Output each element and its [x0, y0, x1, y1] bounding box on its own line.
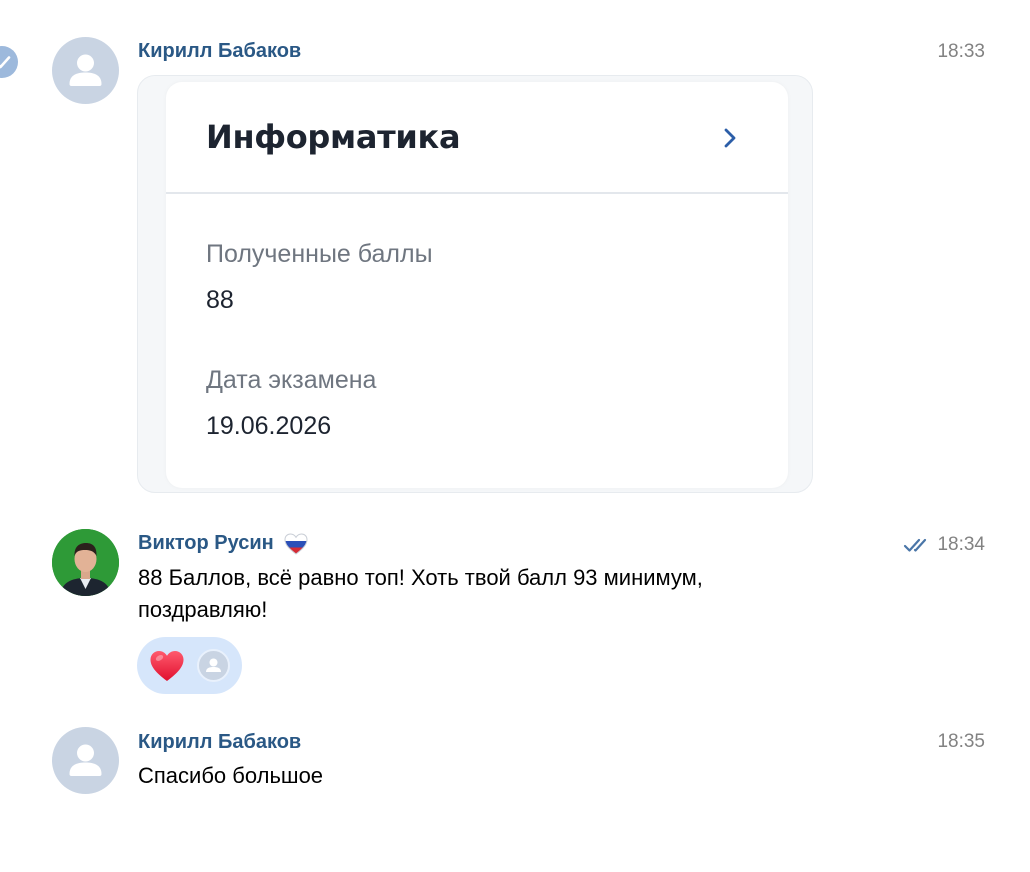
message-time[interactable]: 18:33 [937, 41, 985, 63]
card-title: Информатика [206, 118, 461, 156]
message-time[interactable]: 18:34 [903, 534, 985, 556]
chevron-right-icon[interactable] [720, 122, 742, 154]
chat-history: Кирилл Бабаков 18:33 Информатика Получен… [0, 0, 1030, 872]
score-label: Полученные баллы [206, 240, 433, 268]
exam-result-card[interactable]: Информатика Полученные баллы 88 Дата экз… [137, 75, 813, 493]
score-value: 88 [206, 286, 234, 314]
time-text: 18:33 [937, 41, 985, 62]
message-text: 88 Баллов, всё равно топ! Хоть твой балл… [138, 565, 703, 622]
avatar[interactable] [52, 529, 119, 596]
exam-date-value: 19.06.2026 [206, 412, 332, 440]
select-checkmark-icon[interactable] [0, 46, 18, 78]
time-text: 18:34 [937, 534, 985, 555]
exam-date-label: Дата экзамена [206, 366, 377, 394]
double-check-read-icon [904, 538, 927, 552]
card-header[interactable]: Информатика [166, 82, 788, 194]
reaction-chip[interactable] [137, 637, 242, 694]
card-body: Информатика Полученные баллы 88 Дата экз… [166, 82, 788, 488]
reaction-user-avatar [197, 649, 230, 682]
author-name-text: Кирилл Бабаков [138, 40, 302, 62]
user-silhouette-icon [206, 658, 221, 672]
message-time[interactable]: 18:35 [937, 731, 985, 753]
user-silhouette-icon [69, 744, 102, 776]
author-name-text: Кирилл Бабаков [138, 731, 302, 753]
message-text: Спасибо большое [138, 763, 324, 788]
user-silhouette-icon [69, 54, 102, 86]
author-name[interactable]: Виктор Русин [138, 532, 308, 555]
russian-flag-heart-icon [284, 532, 308, 555]
author-name[interactable]: Кирилл Бабаков [138, 731, 301, 754]
avatar[interactable] [52, 727, 119, 794]
author-name[interactable]: Кирилл Бабаков [138, 40, 301, 63]
time-text: 18:35 [937, 731, 985, 752]
avatar[interactable] [52, 37, 119, 104]
author-name-text: Виктор Русин [138, 532, 274, 554]
user-photo-icon [52, 529, 119, 596]
heart-icon [150, 651, 184, 681]
